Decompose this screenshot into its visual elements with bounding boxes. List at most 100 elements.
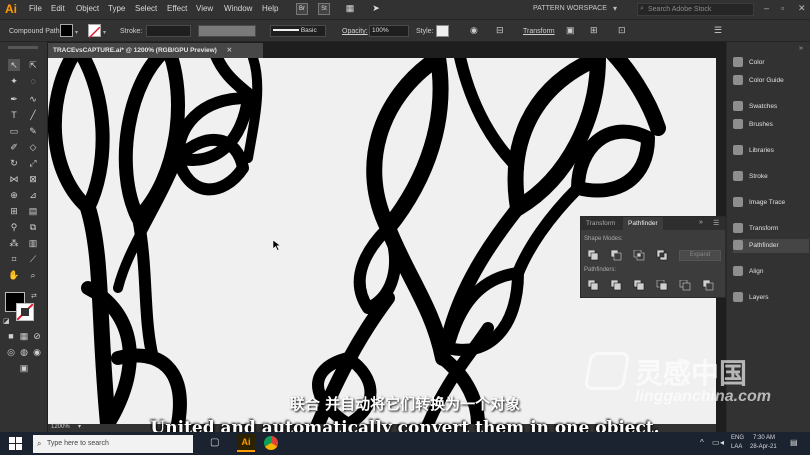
document-tab[interactable]: TRACEvsCAPTURE.ai* @ 1200% (RGB/GPU Prev… [48,43,263,58]
menu-effect[interactable]: Effect [167,4,187,13]
eyedropper-tool-icon[interactable]: ⚲ [8,221,20,233]
stroke-color-box[interactable] [16,303,34,321]
select-similar-icon[interactable]: ⊡ [618,25,626,36]
fill-swatch[interactable] [60,24,73,37]
magic-wand-tool-icon[interactable]: ✦ [8,75,20,87]
trim-icon[interactable] [610,280,622,291]
artboard-tool-icon[interactable]: ⌗ [8,253,20,265]
draw-inside-icon[interactable]: ◉ [31,346,43,358]
shape-builder-tool-icon[interactable]: ⊕ [8,189,20,201]
color-mode-icon[interactable]: ■ [5,330,17,342]
transform-link[interactable]: Transform [523,28,555,35]
rotate-tool-icon[interactable]: ↻ [8,157,20,169]
panel-color-guide[interactable]: Color Guide [733,74,809,88]
mesh-tool-icon[interactable]: ⊞ [8,205,20,217]
direct-selection-tool-icon[interactable]: ⇱ [27,59,39,71]
workspace-switcher[interactable]: PATTERN WORSPACE [533,5,607,12]
exclude-icon[interactable] [656,250,668,261]
gradient-tool-icon[interactable]: ▤ [27,205,39,217]
taskbar-search-input[interactable]: Type here to search [33,435,193,453]
recolor-icon[interactable]: ◉ [470,25,478,36]
type-tool-icon[interactable]: T [8,109,20,121]
menu-type[interactable]: Type [108,4,125,13]
selection-tool-icon[interactable]: ↖ [8,59,20,71]
panel-color[interactable]: Color [733,56,809,70]
merge-icon[interactable] [633,280,645,291]
symbol-sprayer-tool-icon[interactable]: ⁂ [8,237,20,249]
panel-stroke[interactable]: Stroke [733,170,809,184]
volume-icon[interactable]: ◂ [720,438,724,447]
graphic-style-swatch[interactable] [436,25,449,37]
perspective-grid-tool-icon[interactable]: ⊿ [27,189,39,201]
menu-edit[interactable]: Edit [51,4,65,13]
bridge-icon[interactable]: Br [296,3,308,15]
crop-icon[interactable] [656,280,668,291]
column-graph-tool-icon[interactable]: ▥ [27,237,39,249]
isolate-icon[interactable]: ▣ [566,25,575,36]
stroke-swatch[interactable] [88,24,101,39]
menu-window[interactable]: Window [224,4,252,13]
intersect-icon[interactable] [633,250,645,261]
scale-tool-icon[interactable]: ⤢ [27,157,39,169]
minus-front-icon[interactable] [610,250,622,261]
arrange-icon[interactable]: ▦ [344,3,356,15]
hand-tool-icon[interactable]: ✋ [8,269,20,281]
default-colors-icon[interactable]: ◪ [3,317,10,325]
line-tool-icon[interactable]: ╱ [27,109,39,121]
chrome-icon[interactable] [264,436,278,450]
blend-tool-icon[interactable]: ⧉ [27,221,39,233]
tab-pathfinder[interactable]: Pathfinder [623,217,663,230]
free-transform-tool-icon[interactable]: ⊠ [27,173,39,185]
slice-tool-icon[interactable]: ⟋ [27,253,39,265]
menu-select[interactable]: Select [135,4,157,13]
width-tool-icon[interactable]: ⋈ [8,173,20,185]
clock-date[interactable]: 28-Apr-21 [750,444,777,450]
expand-button[interactable]: Expand [679,250,721,261]
close-icon[interactable]: ✕ [227,47,232,54]
draw-behind-icon[interactable]: ◍ [18,346,30,358]
brush-definition[interactable]: Basic [270,25,326,37]
collapse-dock-icon[interactable]: » [799,45,803,52]
screen-mode-icon[interactable]: ▣ [18,362,30,374]
clock-time[interactable]: 7:30 AM [753,435,775,441]
minimize-icon[interactable]: – [764,3,769,13]
panel-layers[interactable]: Layers [733,291,809,305]
collapse-icon[interactable]: » [699,219,703,226]
menu-help[interactable]: Help [262,4,278,13]
panel-align[interactable]: Align [733,265,809,279]
none-mode-icon[interactable]: ⊘ [31,330,43,342]
menu-file[interactable]: File [29,4,42,13]
task-view-icon[interactable]: ▢ [210,437,219,448]
divide-icon[interactable] [588,280,599,291]
menu-icon[interactable]: ☰ [714,25,722,36]
network-icon[interactable]: ▭ [712,438,720,447]
chevron-down-icon[interactable]: ▾ [75,29,78,36]
tab-transform[interactable]: Transform [581,217,620,230]
chevron-down-icon[interactable]: ▾ [613,4,617,13]
send-icon[interactable]: ➤ [370,3,382,15]
tray-chevron-icon[interactable]: ^ [700,438,704,447]
panel-pathfinder[interactable]: Pathfinder [733,239,809,253]
panel-swatches[interactable]: Swatches [733,100,809,114]
panel-menu-icon[interactable]: ☰ [713,219,719,227]
lasso-tool-icon[interactable]: ◌ [27,75,39,87]
outline-icon[interactable] [679,280,691,291]
opacity-field[interactable]: 100% [369,25,409,37]
windows-start-icon[interactable] [9,437,22,450]
illustrator-taskbar-icon[interactable]: Ai [237,434,255,452]
language-indicator[interactable]: ENG [731,435,744,441]
zoom-tool-icon[interactable]: ⌕ [27,269,39,281]
swap-colors-icon[interactable]: ⇄ [31,292,37,300]
close-icon[interactable]: ✕ [798,3,806,14]
panel-transform[interactable]: Transform [733,222,809,236]
align-icon[interactable]: ⊟ [496,25,504,36]
rectangle-tool-icon[interactable]: ▭ [8,125,20,137]
stroke-weight-field[interactable] [146,25,191,37]
minus-back-icon[interactable] [702,280,714,291]
variable-width-profile[interactable] [198,25,256,37]
maximize-icon[interactable]: ▫ [781,3,784,13]
draw-normal-icon[interactable]: ◎ [5,346,17,358]
curvature-tool-icon[interactable]: ∿ [27,93,39,105]
panel-image-trace[interactable]: Image Trace [733,196,809,210]
pen-tool-icon[interactable]: ✒ [8,93,20,105]
